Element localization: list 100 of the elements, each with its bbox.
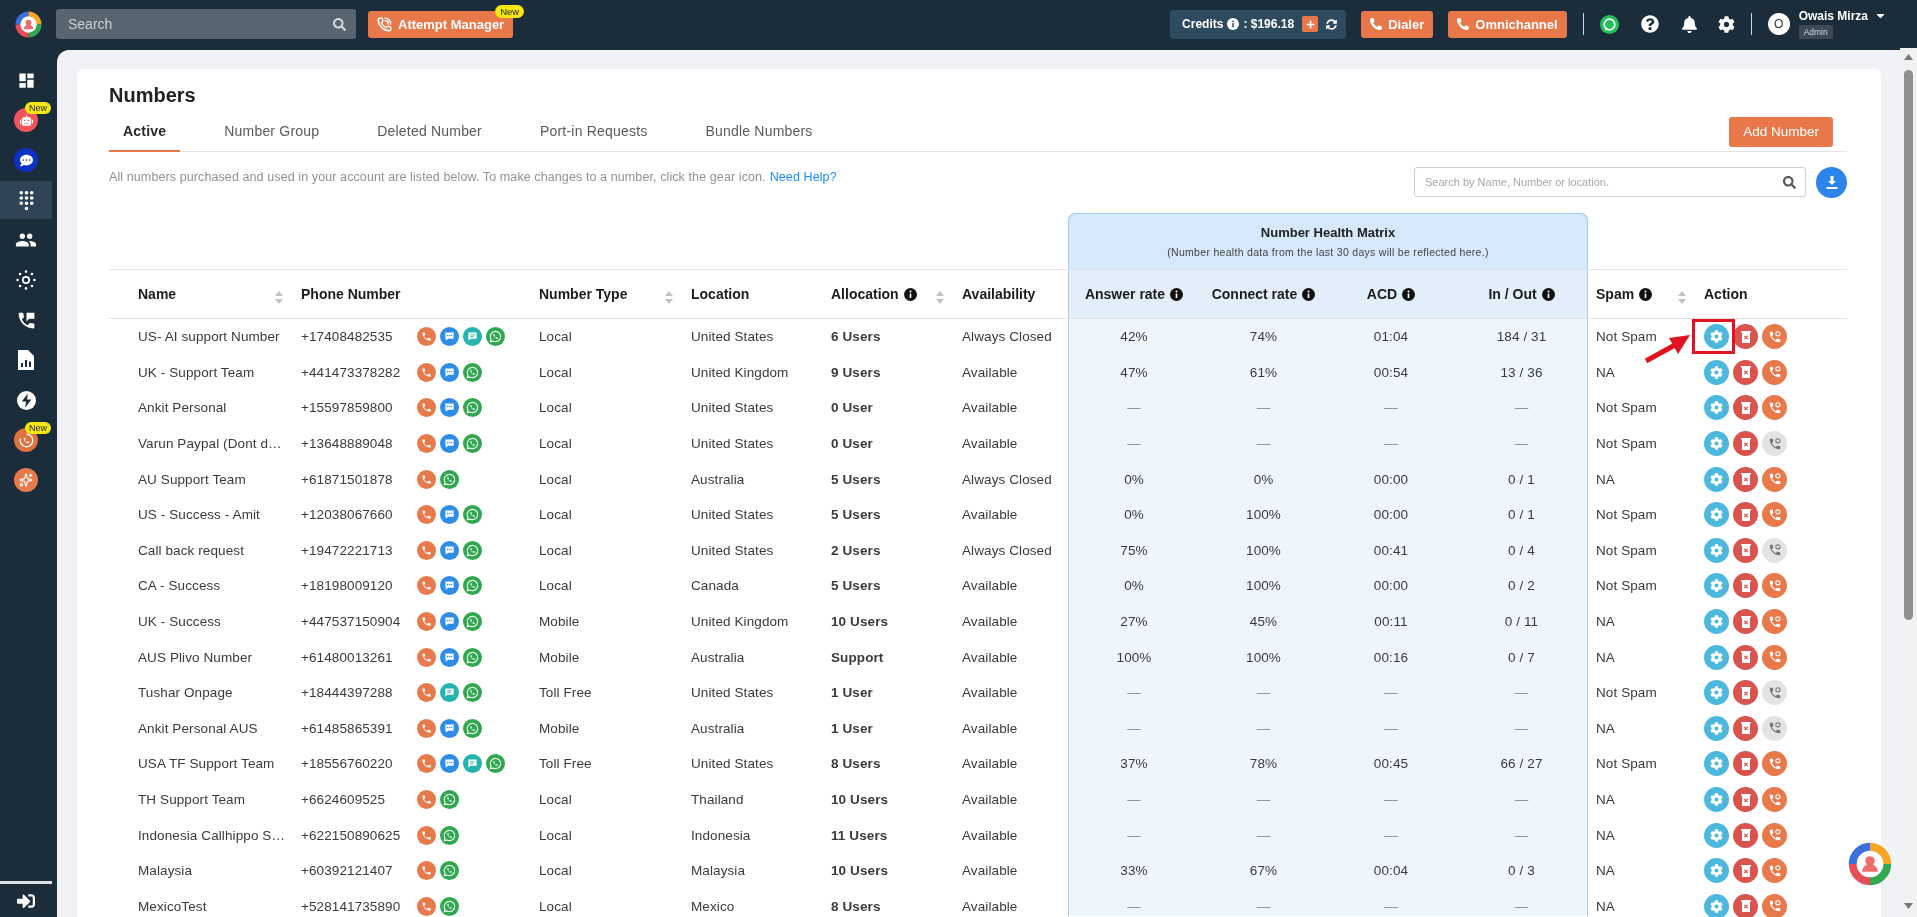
scroll-down-icon[interactable] (1904, 903, 1913, 909)
message-icon (440, 683, 459, 703)
settings-button[interactable] (1704, 395, 1729, 421)
call-settings-button[interactable] (1762, 359, 1787, 385)
tab[interactable]: Active (109, 111, 181, 152)
delete-button[interactable] (1733, 751, 1758, 777)
settings-button[interactable] (1704, 822, 1729, 848)
settings-button[interactable] (1704, 502, 1729, 528)
tab[interactable]: Bundle Numbers (691, 111, 827, 152)
chat-bubble-icon[interactable] (1599, 14, 1619, 34)
delete-button[interactable] (1733, 822, 1758, 848)
delete-button[interactable] (1733, 787, 1758, 812)
delete-button[interactable] (1733, 680, 1758, 706)
call-settings-button[interactable] (1762, 787, 1787, 812)
tab[interactable]: Deleted Number (363, 111, 496, 152)
call-settings-button[interactable] (1762, 466, 1787, 492)
notification-bell-icon[interactable] (1680, 15, 1698, 33)
phone-icon (1767, 472, 1782, 487)
delete-button[interactable] (1733, 466, 1758, 492)
settings-button[interactable] (1704, 715, 1729, 741)
call-settings-button[interactable] (1762, 537, 1787, 563)
download-button[interactable] (1816, 167, 1847, 198)
call-settings-button[interactable] (1762, 858, 1787, 884)
delete-button[interactable] (1733, 359, 1758, 385)
location: Thailand (691, 792, 744, 807)
call-settings-button[interactable] (1762, 395, 1787, 421)
delete-button[interactable] (1733, 893, 1758, 917)
delete-button[interactable] (1733, 431, 1758, 457)
call-settings-button[interactable] (1762, 751, 1787, 777)
settings-button[interactable] (1704, 609, 1729, 635)
settings-button[interactable] (1704, 466, 1729, 492)
delete-button[interactable] (1733, 573, 1758, 599)
spam-status: Not Spam (1596, 329, 1657, 345)
delete-button[interactable] (1733, 537, 1758, 563)
refresh-icon[interactable] (1326, 18, 1338, 30)
call-settings-button[interactable] (1762, 715, 1787, 741)
health-value: 00:11 (1374, 614, 1408, 630)
add-credits-button[interactable] (1302, 16, 1319, 32)
delete-button[interactable] (1733, 715, 1758, 741)
delete-button[interactable] (1733, 609, 1758, 635)
support-widget-icon[interactable] (1848, 842, 1892, 886)
sidebar-item[interactable]: New (0, 101, 52, 139)
health-value: — (1384, 685, 1398, 701)
settings-button[interactable] (1704, 359, 1729, 385)
availability: Available (962, 720, 1018, 736)
call-settings-button[interactable] (1762, 431, 1787, 457)
delete-button[interactable] (1733, 858, 1758, 884)
column-header[interactable]: Number Type (539, 286, 628, 302)
settings-button[interactable] (1704, 751, 1729, 777)
delete-button[interactable] (1733, 644, 1758, 670)
user-avatar[interactable]: O (1767, 13, 1790, 35)
availability: Available (962, 863, 1018, 879)
user-name[interactable]: Owais Mirza (1798, 9, 1868, 23)
settings-button[interactable] (1704, 893, 1729, 917)
call-settings-button[interactable] (1762, 609, 1787, 635)
settings-button[interactable] (1704, 858, 1729, 884)
search-icon (333, 17, 346, 31)
call-settings-button[interactable] (1762, 573, 1787, 599)
health-value: — (1256, 898, 1271, 914)
settings-icon[interactable] (1717, 15, 1735, 33)
call-settings-button[interactable] (1762, 324, 1787, 350)
spam-status: Not Spam (1596, 542, 1657, 558)
delete-button[interactable] (1733, 324, 1758, 350)
settings-button[interactable] (1704, 324, 1729, 350)
scrollbar-thumb[interactable] (1904, 70, 1913, 620)
column-header[interactable]: Allocation (831, 286, 899, 302)
trash-icon (1740, 900, 1751, 912)
column-header: Phone Number (301, 286, 401, 302)
settings-button[interactable] (1704, 537, 1729, 563)
column-header[interactable]: Name (138, 286, 177, 302)
number-type: Local (539, 400, 572, 416)
sidebar-item[interactable] (0, 181, 52, 219)
settings-button[interactable] (1704, 680, 1729, 706)
call-settings-button[interactable] (1762, 893, 1787, 917)
tab[interactable]: Number Group (210, 111, 334, 152)
phone-icon (1767, 614, 1782, 629)
phone-number: +61480013261 (301, 649, 394, 665)
table-search-field[interactable]: Search by Name, Number or location. (1414, 167, 1806, 197)
trash-icon (1740, 722, 1751, 735)
trash-icon (1740, 366, 1751, 379)
help-icon[interactable] (1640, 15, 1659, 33)
sidebar-item[interactable]: New (0, 421, 52, 459)
settings-button[interactable] (1704, 431, 1729, 457)
scroll-up-icon[interactable] (1904, 54, 1913, 60)
spam-status: NA (1596, 792, 1615, 807)
call-settings-button[interactable] (1762, 822, 1787, 848)
call-settings-button[interactable] (1762, 502, 1787, 528)
health-value: — (1384, 827, 1398, 843)
settings-button[interactable] (1704, 787, 1729, 812)
call-settings-button[interactable] (1762, 680, 1787, 706)
call-settings-button[interactable] (1762, 644, 1787, 670)
delete-button[interactable] (1733, 395, 1758, 421)
search-field[interactable]: Search (56, 9, 356, 39)
delete-button[interactable] (1733, 502, 1758, 528)
column-header[interactable]: Spam (1596, 286, 1635, 302)
scrollbar[interactable] (1900, 48, 1917, 917)
settings-button[interactable] (1704, 644, 1729, 670)
health-value: 13 / 36 (1500, 364, 1543, 380)
settings-button[interactable] (1704, 573, 1729, 599)
tab[interactable]: Port-in Requests (526, 111, 662, 152)
